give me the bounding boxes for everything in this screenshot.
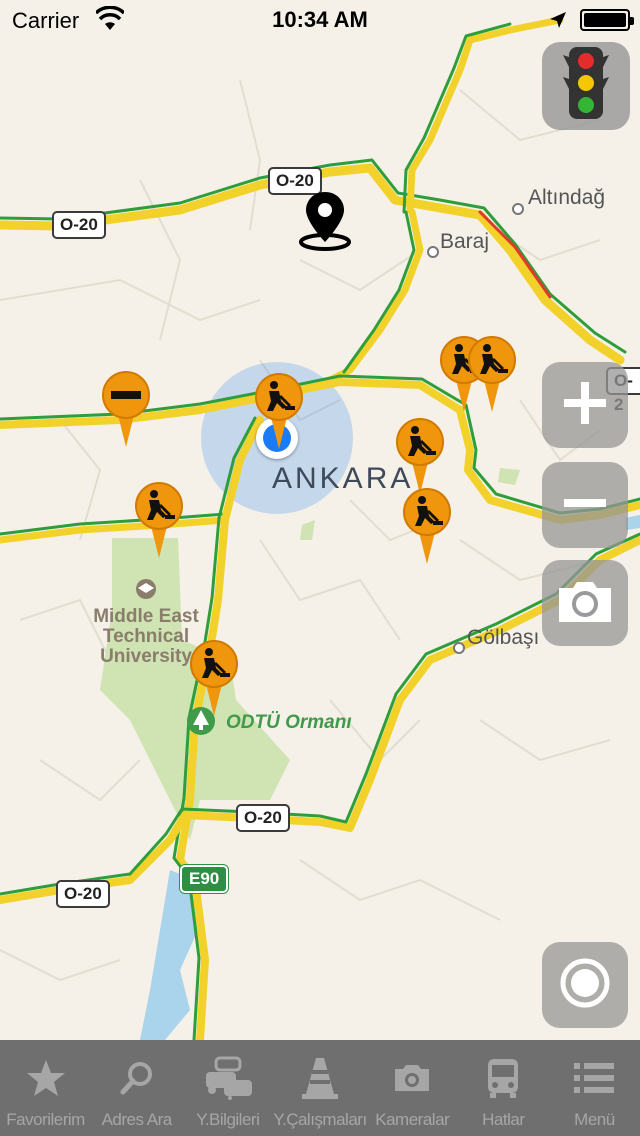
roadwork-pin-icon[interactable] [468,336,516,414]
tab-lines[interactable]: Hatlar [458,1040,549,1136]
camera-icon [393,1056,431,1100]
place-label-altindag: Altındağ [528,186,606,209]
tab-address-search[interactable]: Adres Ara [91,1040,182,1136]
traffic-light-icon [563,45,609,128]
road-closed-pin-icon[interactable] [102,371,150,449]
bus-icon [486,1056,520,1100]
tab-label: Y.Çalışmaları [273,1110,367,1129]
destination-marker-icon[interactable] [298,190,352,252]
status-time: 10:34 AM [272,7,368,32]
tab-label: Y.Bilgileri [196,1110,260,1129]
place-label-golbasi: Gölbaşı [467,626,540,649]
tab-label: Favorilerim [6,1110,85,1129]
locate-icon [559,957,611,1014]
app-screen: ANKARA Altındağ Baraj Gölbaşı Middle Eas… [0,0,640,1136]
forest-label: ODTÜ Ormanı [226,712,352,733]
roadwork-pin-icon[interactable] [135,482,183,560]
location-services-icon [548,10,568,35]
tab-favorites[interactable]: Favorilerim [0,1040,91,1136]
tab-label: Kameralar [375,1110,450,1129]
tab-bar: Favorilerim Adres Ara Y.Bilgileri Y.Çalı… [0,1040,640,1136]
cone-icon [302,1056,338,1100]
tab-label: Adres Ara [101,1110,173,1129]
list-icon [574,1056,615,1100]
city-label: ANKARA [272,462,414,495]
euro-route-shield: E90 [180,865,229,893]
battery-icon [580,9,634,31]
roadwork-pin-icon[interactable] [190,640,238,718]
tab-label: Hatlar [482,1110,525,1129]
roadwork-pin-icon[interactable] [396,418,444,496]
road-shield: O-20 [52,211,106,239]
tab-roadworks[interactable]: Y.Çalışmaları [273,1040,367,1136]
place-label-baraj: Baraj [440,230,490,253]
zoom-out-button[interactable] [542,462,628,548]
roadwork-pin-icon[interactable] [403,488,451,566]
cars-icon [202,1056,254,1100]
search-icon [119,1056,155,1100]
tab-cameras[interactable]: Kameralar [367,1040,458,1136]
road-shield: O-20 [56,880,110,908]
minus-icon [562,480,608,531]
tab-menu[interactable]: Menü [549,1040,640,1136]
camera-icon [555,578,615,629]
traffic-toggle-button[interactable] [542,42,630,130]
status-bar: Carrier 10:34 AM [0,0,640,40]
tab-label: Menü [574,1110,615,1129]
roadwork-pin-icon[interactable] [255,373,303,451]
plus-icon [562,380,608,431]
star-icon [26,1056,66,1100]
locate-me-button[interactable] [542,942,628,1028]
zoom-in-button[interactable] [542,362,628,448]
tab-traffic-info[interactable]: Y.Bilgileri [182,1040,273,1136]
university-label-line: Middle East [93,606,199,627]
camera-button[interactable] [542,560,628,646]
road-shield: O-20 [236,804,290,832]
